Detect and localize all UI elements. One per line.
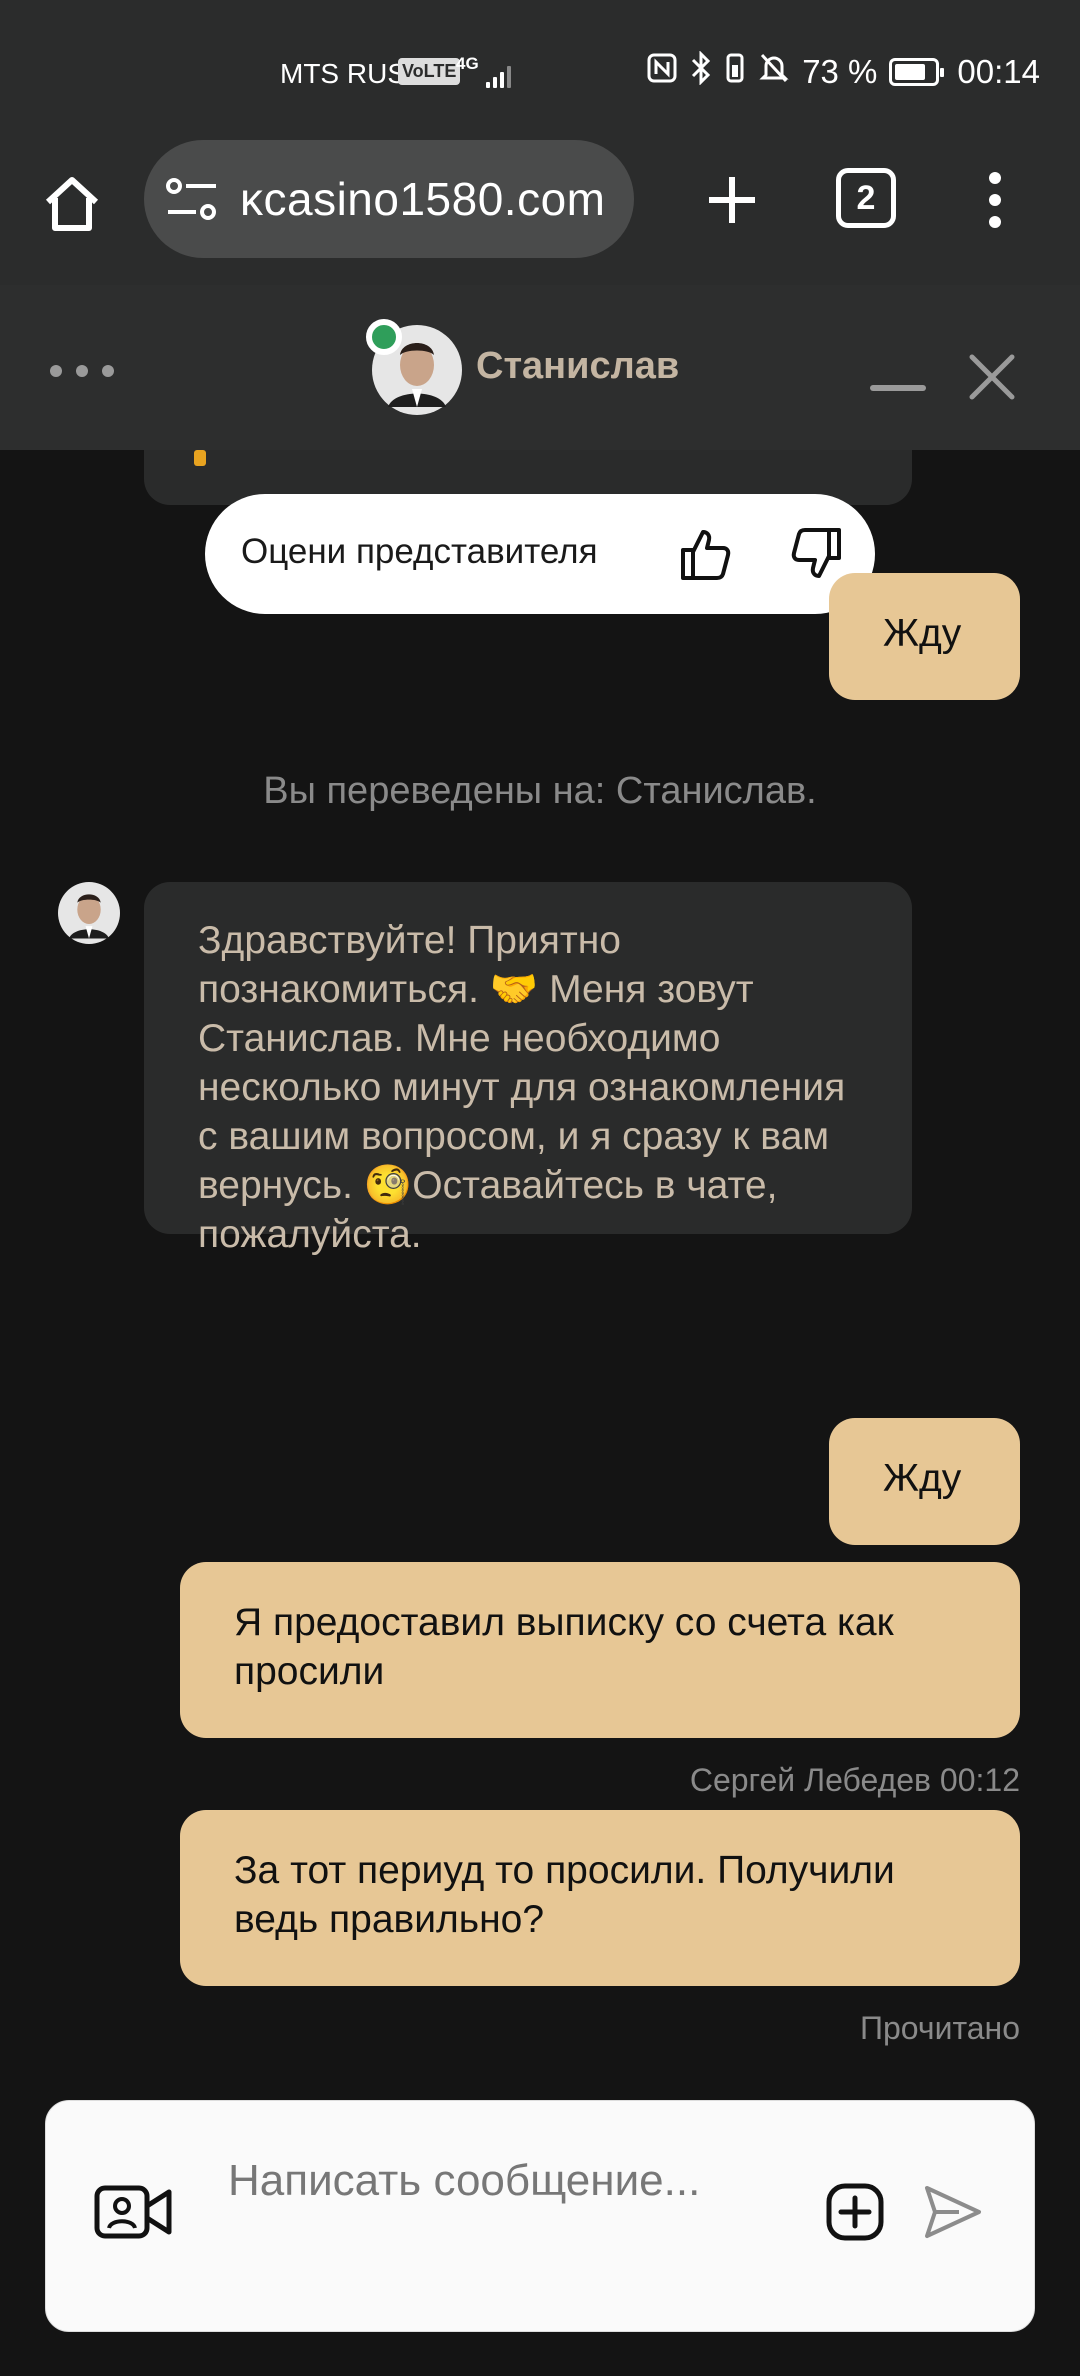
bluetooth-icon xyxy=(690,50,712,93)
browser-menu-icon[interactable] xyxy=(960,158,1030,242)
message-text: Здравствуйте! Приятно познакомиться. 🤝 М… xyxy=(198,919,846,1256)
rate-agent-label: Оцени представителя xyxy=(241,532,598,571)
agent-avatar-small xyxy=(58,882,120,944)
message-author-time: Сергей Лебедев 00:12 xyxy=(689,1762,1020,1798)
new-tab-icon[interactable] xyxy=(690,158,774,242)
clock: 00:14 xyxy=(957,53,1040,90)
attach-file-icon[interactable] xyxy=(816,2173,894,2251)
thumbs-up-icon[interactable] xyxy=(675,522,739,586)
video-call-icon[interactable] xyxy=(88,2167,178,2257)
system-notice: Вы переведены на: Станислав. xyxy=(263,770,817,812)
rate-agent-prompt: Оцени представителя xyxy=(205,494,875,614)
status-bar: MTS RUS VoLTE 4G 73 % 00:14 xyxy=(0,0,1080,140)
message-composer: Написать сообщение... xyxy=(45,2100,1035,2332)
minimize-icon[interactable] xyxy=(870,385,926,391)
carrier-label: MTS RUS xyxy=(280,58,406,89)
close-icon[interactable] xyxy=(960,345,1024,409)
agent-name: Станислав xyxy=(476,345,680,387)
send-icon[interactable] xyxy=(914,2173,992,2251)
online-indicator xyxy=(366,319,402,355)
user-message: Я предоставил выписку со счета как проси… xyxy=(180,1562,1020,1738)
message-text: За тот периуд то просили. Получили ведь … xyxy=(234,1849,895,1941)
home-icon[interactable] xyxy=(30,162,114,246)
address-bar[interactable]: ĸcasino1580.com xyxy=(144,140,634,258)
message-text: Жду xyxy=(883,612,962,655)
message-text: Жду xyxy=(883,1457,962,1500)
battery-percent: 73 % xyxy=(802,53,878,90)
user-message: Жду xyxy=(829,573,1020,700)
network-type: 4G xyxy=(456,54,479,73)
thumbs-down-icon[interactable] xyxy=(783,522,847,586)
read-receipt: Прочитано xyxy=(860,2010,1020,2046)
user-message: Жду xyxy=(829,1418,1020,1545)
message-input[interactable]: Написать сообщение... xyxy=(228,2145,788,2217)
partial-emoji-icon xyxy=(194,450,206,466)
nfc-icon xyxy=(646,52,678,92)
url-text[interactable]: ĸcasino1580.com xyxy=(240,172,605,226)
browser-toolbar: ĸcasino1580.com 2 xyxy=(0,140,1080,285)
message-list[interactable]: Оцени представителя Жду Вы переведены на… xyxy=(0,450,1080,2100)
volte-badge: VoLTE xyxy=(398,58,461,85)
site-settings-icon[interactable] xyxy=(162,170,222,235)
message-text: Я предоставил выписку со счета как проси… xyxy=(234,1601,894,1693)
tab-switcher-button[interactable]: 2 xyxy=(836,168,896,228)
battery-icon xyxy=(889,58,945,86)
tab-count: 2 xyxy=(856,178,876,217)
vibrate-icon xyxy=(724,51,746,93)
chat-header: Станислав xyxy=(0,285,1080,450)
chat-options-icon[interactable] xyxy=(50,365,114,377)
mute-bell-icon xyxy=(758,51,790,93)
user-message: За тот периуд то просили. Получили ведь … xyxy=(180,1810,1020,1986)
agent-message: Здравствуйте! Приятно познакомиться. 🤝 М… xyxy=(144,882,912,1256)
